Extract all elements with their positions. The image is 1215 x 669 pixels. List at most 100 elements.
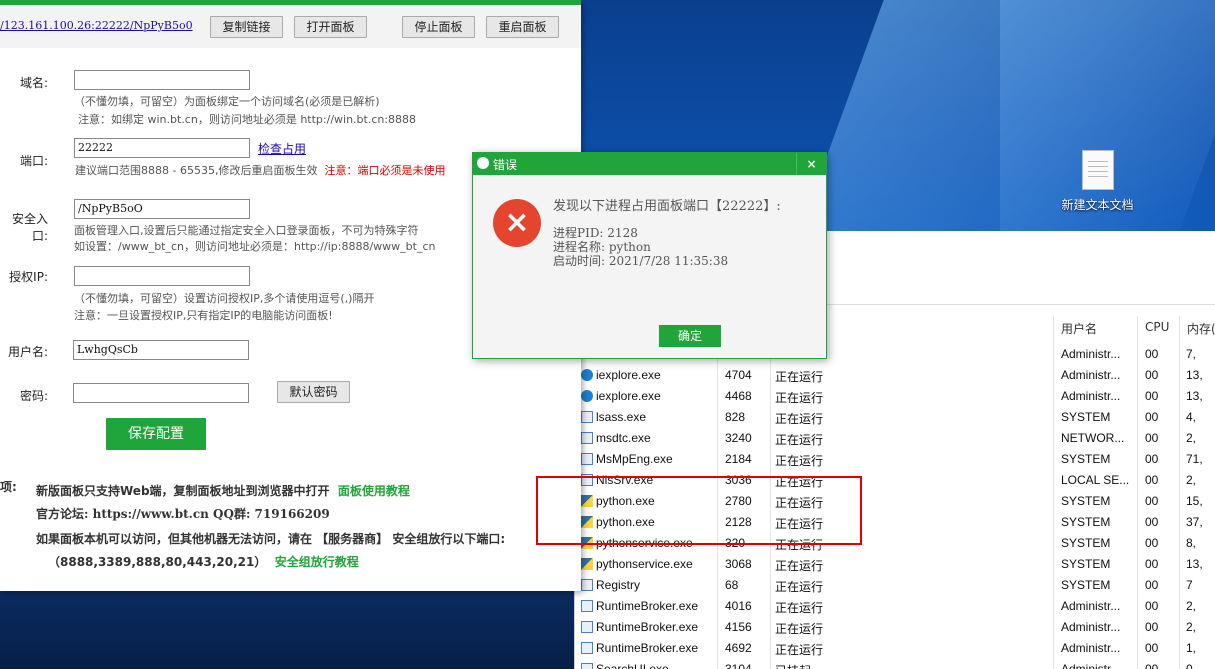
process-user: Administr... (1061, 368, 1121, 382)
process-cpu: 00 (1145, 473, 1159, 487)
panel-url-link[interactable]: /123.161.100.26:22222/NpPyB5o0 (0, 19, 193, 32)
process-user: Administr... (1061, 620, 1121, 634)
column-cpu[interactable]: CPU (1145, 320, 1169, 334)
process-status: 正在运行 (775, 391, 824, 405)
process-row[interactable]: SearchUI.exe3104已挂起Administr...000 (575, 659, 1215, 669)
process-user: Administr... (1061, 641, 1121, 655)
ie-icon (581, 390, 593, 402)
ip-note: 注意：一旦设置授权IP,只有指定IP的电脑能访问面板! (74, 309, 333, 322)
process-status: 正在运行 (775, 580, 824, 594)
process-row[interactable]: RuntimeBroker.exe 4016 正在运行 Administr... 00 2… (575, 596, 1215, 617)
process-row[interactable]: iexplore.exe 4704 正在运行 Administr... 00 13, (575, 365, 1215, 386)
process-row[interactable]: lsass.exe 828 正在运行 SYSTEM 00 4, (575, 407, 1215, 428)
process-user: Administr... (1061, 662, 1121, 669)
process-cpu: 00 (1145, 431, 1159, 445)
process-row[interactable]: msdtc.exe 3240 正在运行 NETWOR... 00 2, (575, 428, 1215, 449)
process-cpu: 00 (1145, 536, 1159, 550)
text-document-icon (1081, 150, 1114, 190)
stop-panel-button[interactable]: 停止面板 (402, 16, 475, 38)
username-input[interactable]: LwhgQsCb (73, 340, 249, 360)
process-name: RuntimeBroker.exe (596, 599, 699, 613)
process-user: LOCAL SE... (1061, 473, 1130, 487)
close-icon[interactable]: × (796, 153, 826, 175)
desktop-icon-label: 新建文本文档 (1061, 198, 1134, 212)
process-row[interactable]: RuntimeBroker.exe 4692 正在运行 Administr... 00 1… (575, 638, 1215, 659)
process-mem: 2, (1186, 620, 1197, 634)
process-cpu: 00 (1145, 410, 1159, 424)
restart-panel-button[interactable]: 重启面板 (486, 16, 559, 38)
process-row[interactable]: MsMpEng.exe 2184 正在运行 SYSTEM 00 71, (575, 449, 1215, 470)
process-pid: 4016 (725, 599, 752, 613)
process-cpu: 00 (1145, 578, 1159, 592)
process-user: Administr... (1061, 347, 1121, 361)
dialog-message: 发现以下进程占用面板端口【22222】: (553, 199, 781, 214)
process-cpu: 00 (1145, 515, 1159, 529)
column-mem[interactable]: 内存( (1187, 320, 1215, 337)
process-user: SYSTEM (1061, 536, 1111, 550)
notice-line4: （8888,3389,888,80,443,20,21） 安全组放行教程 (48, 553, 359, 570)
process-mem: 0 (1186, 662, 1193, 669)
process-pid: 828 (725, 410, 746, 424)
copy-link-button[interactable]: 复制链接 (210, 16, 283, 38)
process-name: SearchUI.exe (596, 662, 669, 669)
process-mem: 13, (1186, 557, 1203, 571)
process-mem: 2, (1186, 431, 1197, 445)
process-row[interactable]: pythonservice.exe 3068 正在运行 SYSTEM 00 13, (575, 554, 1215, 575)
security-group-tutorial-link[interactable]: 安全组放行教程 (275, 555, 359, 569)
column-user[interactable]: 用户名 (1061, 320, 1097, 337)
desktop-icon-text-doc[interactable]: 新建文本文档 (1055, 150, 1140, 213)
process-cpu: 00 (1145, 368, 1159, 382)
entry-hint: 面板管理入口,设置后只能通过指定安全入口登录面板，不可为特殊字符 (74, 224, 419, 237)
process-status: 已挂起 (775, 662, 811, 669)
process-row[interactable]: Registry 68 正在运行 SYSTEM 00 7 (575, 575, 1215, 596)
port-hint: 建议端口范围8888 - 65535,修改后重启面板生效 注意：端口必须是未使用 (75, 162, 445, 178)
panel-url-bar: /123.161.100.26:22222/NpPyB5o0 复制链接 打开面板… (0, 5, 581, 48)
port-warning: 注意：端口必须是未使用 (324, 164, 446, 177)
error-icon: × (493, 199, 541, 247)
process-cpu: 00 (1145, 557, 1159, 571)
process-row[interactable]: RuntimeBroker.exe 4156 正在运行 Administr... 00 2… (575, 617, 1215, 638)
process-user: SYSTEM (1061, 515, 1111, 529)
port-input[interactable]: 22222 (74, 138, 250, 158)
username-label: 用户名: (7, 345, 48, 359)
process-icon (581, 663, 593, 669)
entry-input[interactable]: /NpPyB5oO (74, 199, 250, 219)
port-label: 端口: (19, 154, 48, 168)
process-cpu: 00 (1145, 620, 1159, 634)
panel-tutorial-link[interactable]: 面板使用教程 (338, 484, 410, 498)
process-pid: 3104 (725, 662, 752, 669)
process-name: Registry (596, 578, 641, 592)
process-name: RuntimeBroker.exe (596, 620, 699, 634)
domain-input[interactable] (74, 70, 250, 90)
process-icon (581, 432, 593, 444)
process-status: 正在运行 (775, 454, 824, 468)
default-password-button[interactable]: 默认密码 (277, 381, 350, 403)
dialog-title: 错误 (493, 158, 518, 172)
process-name: RuntimeBroker.exe (596, 641, 699, 655)
check-port-link[interactable]: 检查占用 (258, 140, 306, 157)
process-cpu: 00 (1145, 347, 1159, 361)
save-config-button[interactable]: 保存配置 (106, 418, 206, 450)
process-mem: 2, (1186, 473, 1197, 487)
ip-input[interactable] (74, 266, 250, 286)
process-user: SYSTEM (1061, 410, 1111, 424)
process-name: pythonservice.exe (596, 557, 693, 571)
process-mem: 71, (1186, 452, 1203, 466)
process-cpu: 00 (1145, 599, 1159, 613)
process-row[interactable]: iexplore.exe 4468 正在运行 Administr... 00 13, (575, 386, 1215, 407)
open-panel-button[interactable]: 打开面板 (294, 16, 367, 38)
dialog-titlebar: 错误 × (473, 153, 826, 175)
ok-button[interactable]: 确定 (659, 325, 721, 347)
process-pid: 4704 (725, 368, 752, 382)
password-input[interactable] (73, 383, 249, 403)
process-pid: 2184 (725, 452, 752, 466)
process-status: 正在运行 (775, 370, 824, 384)
process-user: SYSTEM (1061, 557, 1111, 571)
process-name: iexplore.exe (596, 368, 661, 382)
process-mem: 37, (1186, 515, 1203, 529)
process-mem: 4, (1186, 410, 1197, 424)
domain-label: 域名: (19, 76, 48, 90)
process-cpu: 00 (1145, 452, 1159, 466)
process-cpu: 00 (1145, 641, 1159, 655)
highlight-box (536, 476, 862, 545)
